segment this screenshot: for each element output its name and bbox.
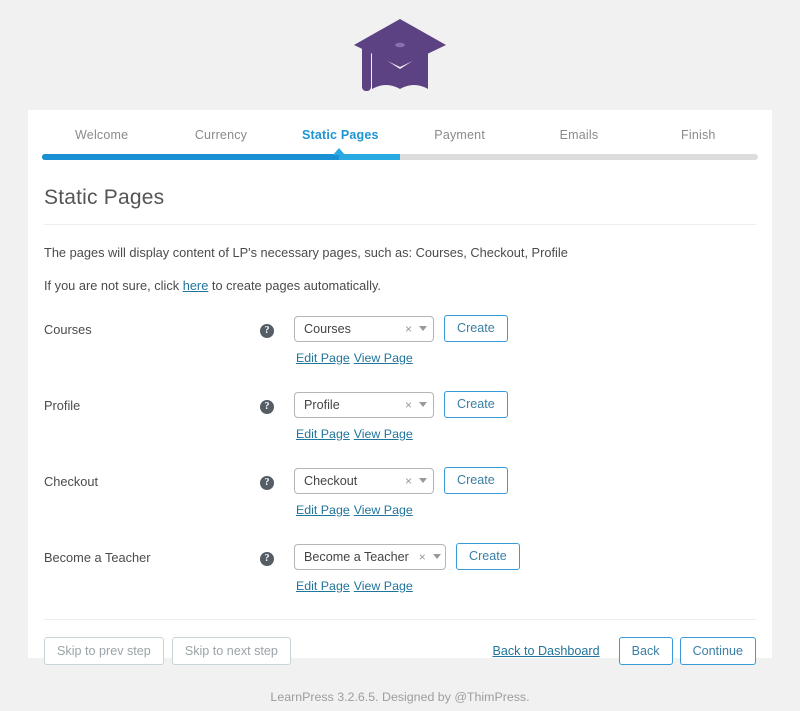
field-label-profile: Profile [44, 398, 81, 413]
chevron-down-icon[interactable] [419, 402, 427, 407]
step-finish[interactable]: Finish [639, 128, 758, 154]
skip-prev-button[interactable]: Skip to prev step [44, 637, 164, 665]
field-label-become-a-teacher: Become a Teacher [44, 550, 151, 565]
skip-next-button[interactable]: Skip to next step [171, 637, 291, 665]
page-select-become-a-teacher[interactable]: Become a Teacher × [294, 543, 446, 570]
field-help-profile: ? [260, 391, 294, 414]
view-page-link[interactable]: View Page [354, 503, 413, 517]
wizard-card: Welcome Currency Static Pages Payment Em… [28, 110, 772, 665]
page-links-checkout: Edit Page View Page [294, 503, 756, 517]
create-button-profile[interactable]: Create [444, 391, 508, 418]
chevron-down-icon[interactable] [419, 326, 427, 331]
view-page-link[interactable]: View Page [354, 427, 413, 441]
clear-icon[interactable]: × [405, 475, 412, 487]
create-button-checkout[interactable]: Create [444, 467, 508, 494]
create-pages-link[interactable]: here [183, 278, 209, 293]
page-links-profile: Edit Page View Page [294, 427, 756, 441]
page-title: Static Pages [44, 186, 165, 209]
intro-text-2-after: to create pages automatically. [208, 278, 381, 293]
select-value: Become a Teacher [304, 549, 409, 564]
page-links-become-a-teacher: Edit Page View Page [294, 579, 756, 593]
edit-page-link[interactable]: Edit Page [296, 351, 350, 365]
intro-text-2: If you are not sure, click here to creat… [44, 278, 756, 293]
help-icon[interactable]: ? [260, 324, 274, 338]
step-welcome[interactable]: Welcome [42, 128, 161, 154]
create-button-courses[interactable]: Create [444, 315, 508, 342]
help-icon[interactable]: ? [260, 400, 274, 414]
continue-button[interactable]: Continue [679, 637, 756, 665]
edit-page-link[interactable]: Edit Page [296, 427, 350, 441]
progress-fill-dark [42, 154, 340, 160]
field-row-courses: Courses ? Courses × Create Edit Page View… [44, 315, 756, 377]
select-value: Courses [304, 321, 351, 336]
edit-page-link[interactable]: Edit Page [296, 503, 350, 517]
field-help-courses: ? [260, 315, 294, 338]
intro-text-1: The pages will display content of LP's n… [44, 245, 568, 260]
progress-bar [42, 148, 758, 172]
page-select-profile[interactable]: Profile × [294, 391, 434, 418]
field-label-checkout: Checkout [44, 474, 99, 489]
step-emails[interactable]: Emails [519, 128, 638, 154]
clear-icon[interactable]: × [405, 323, 412, 335]
back-to-dashboard-link[interactable]: Back to Dashboard [492, 644, 599, 658]
field-row-become-a-teacher: Become a Teacher ? Become a Teacher × Cr… [44, 543, 756, 605]
intro-text-2-before: If you are not sure, click [44, 278, 183, 293]
edit-page-link[interactable]: Edit Page [296, 579, 350, 593]
step-nav: Welcome Currency Static Pages Payment Em… [28, 110, 772, 154]
page-select-courses[interactable]: Courses × [294, 315, 434, 342]
field-help-checkout: ? [260, 467, 294, 490]
select-value: Profile [304, 397, 340, 412]
chevron-down-icon[interactable] [432, 554, 441, 559]
view-page-link[interactable]: View Page [354, 351, 413, 365]
page-select-checkout[interactable]: Checkout × [294, 467, 434, 494]
field-help-become-a-teacher: ? [260, 543, 294, 566]
title-divider [44, 224, 756, 225]
select-value: Checkout [304, 473, 358, 488]
help-icon[interactable]: ? [260, 476, 274, 490]
step-currency[interactable]: Currency [161, 128, 280, 154]
view-page-link[interactable]: View Page [354, 579, 413, 593]
field-row-checkout: Checkout ? Checkout × Create Edit Page Vi… [44, 467, 756, 529]
chevron-down-icon[interactable] [419, 478, 427, 483]
create-button-become-a-teacher[interactable]: Create [456, 543, 520, 570]
logo-area [0, 0, 800, 110]
help-icon[interactable]: ? [260, 552, 274, 566]
back-button[interactable]: Back [618, 637, 673, 665]
field-label-courses: Courses [44, 322, 92, 337]
field-row-profile: Profile ? Profile × Create Edit Page View… [44, 391, 756, 453]
clear-icon[interactable]: × [405, 399, 412, 411]
clear-icon[interactable]: × [419, 551, 426, 563]
graduation-cap-icon [352, 15, 448, 95]
wizard-actions: Skip to prev step Skip to next step Back… [44, 620, 756, 665]
page-links-courses: Edit Page View Page [294, 351, 756, 365]
step-payment[interactable]: Payment [400, 128, 519, 154]
progress-current-marker [333, 148, 346, 155]
